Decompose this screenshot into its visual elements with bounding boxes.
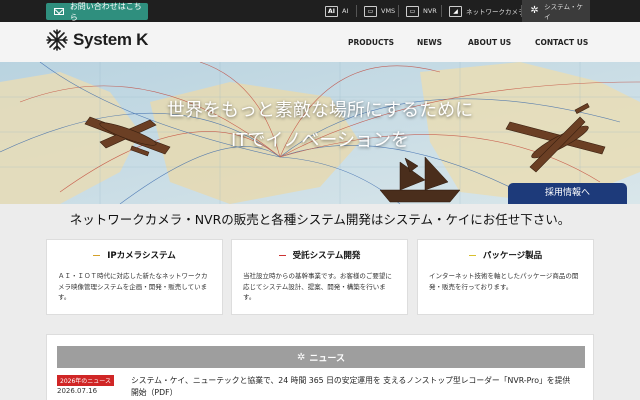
card-package-products[interactable]: パッケージ製品 インターネット技術を軸としたパッケージ商品の開発・販売を行ってお… <box>417 239 594 315</box>
news-heading-text: ニュース <box>309 353 345 364</box>
nav-news[interactable]: NEWS <box>417 22 442 62</box>
card-body: ＡＩ・ＩＯＴ時代に対応した新たなネットワークカメラ映像管理システムを企画・開発・… <box>58 272 208 301</box>
card-title: パッケージ製品 <box>418 249 593 261</box>
top-bar: お問い合わせはこちら AI AI ▭ VMS ▭ NVR ◢ ネットワークカメラ… <box>0 0 640 22</box>
snowflake-logo-icon <box>46 29 68 51</box>
recruit-button[interactable]: 採用情報へ <box>508 183 627 204</box>
card-body: 当社設立時からの基幹事業です。お客様のご要望に応じてシステム設計、提案、開発・構… <box>243 272 392 301</box>
card-title: 受託システム開発 <box>232 249 407 261</box>
contact-button[interactable]: お問い合わせはこちら <box>46 1 148 22</box>
hero-headline-line1: 世界をもっと素敵な場所にするために <box>166 100 474 121</box>
logo-text: System K <box>73 30 149 49</box>
snowflake-icon: ✲ <box>297 351 306 363</box>
system-k-icon: ✲ <box>530 4 539 16</box>
logo[interactable]: System K <box>46 29 148 51</box>
card-title-accent <box>468 254 476 257</box>
topnav-ai-label: AI <box>342 7 349 15</box>
nvr-icon: ▭ <box>406 5 419 17</box>
topnav-nvr[interactable]: ▭ NVR <box>399 0 444 22</box>
news-heading: ✲ ニュース <box>57 346 585 368</box>
card-title-text: 受託システム開発 <box>292 251 361 261</box>
topnav-ai[interactable]: AI AI <box>318 0 355 22</box>
news-section: ✲ ニュース 2026年のニュース 2026.07.16 システム・ケイ、ニュー… <box>46 334 594 400</box>
topnav-network-camera[interactable]: ◢ ネットワークカメラ <box>442 0 532 22</box>
contact-label: お問い合わせはこちら <box>69 1 142 22</box>
nav-products[interactable]: PRODUCTS <box>348 22 394 62</box>
nav-about-us[interactable]: ABOUT US <box>468 22 511 62</box>
nav-contact-us[interactable]: CONTACT US <box>535 22 588 62</box>
topnav-vms-label: VMS <box>381 7 396 15</box>
network-camera-icon: ◢ <box>449 5 462 17</box>
topnav-system-k-label: システム・ケイ <box>544 3 583 21</box>
mail-icon <box>54 8 64 15</box>
topnav-system-k[interactable]: ✲ システム・ケイ <box>522 0 590 22</box>
card-title-accent <box>278 254 286 257</box>
card-ip-camera[interactable]: IPカメラシステム ＡＩ・ＩＯＴ時代に対応した新たなネットワークカメラ映像管理シ… <box>46 239 223 315</box>
topnav-nvr-label: NVR <box>423 7 437 15</box>
hero-headline-line2: ITでイノベーションを <box>231 130 409 151</box>
card-title-text: パッケージ製品 <box>482 251 543 261</box>
news-badge: 2026年のニュース <box>57 375 114 386</box>
ai-icon: AI <box>325 5 338 17</box>
card-title: IPカメラシステム <box>47 249 222 261</box>
site-header: System K PRODUCTS NEWS ABOUT US CONTACT … <box>0 22 640 62</box>
card-title-text: IPカメラシステム <box>107 251 176 261</box>
tagline: ネットワークカメラ・NVRの販売と各種システム開発はシステム・ケイにお任せ下さい… <box>69 212 571 227</box>
card-body: インターネット技術を軸としたパッケージ商品の開発・販売を行っております。 <box>429 272 579 291</box>
news-item-link[interactable]: システム・ケイ、ニューテックと協業で、24 時間 365 日の安定運用を 支える… <box>131 375 571 399</box>
topnav-vms[interactable]: ▭ VMS <box>357 0 402 22</box>
card-title-accent <box>93 254 101 257</box>
topnav-network-camera-label: ネットワークカメラ <box>466 8 525 16</box>
vms-icon: ▭ <box>364 5 377 17</box>
card-contract-development[interactable]: 受託システム開発 当社設立時からの基幹事業です。お客様のご要望に応じてシステム設… <box>231 239 408 315</box>
news-date: 2026.07.16 <box>57 387 98 395</box>
